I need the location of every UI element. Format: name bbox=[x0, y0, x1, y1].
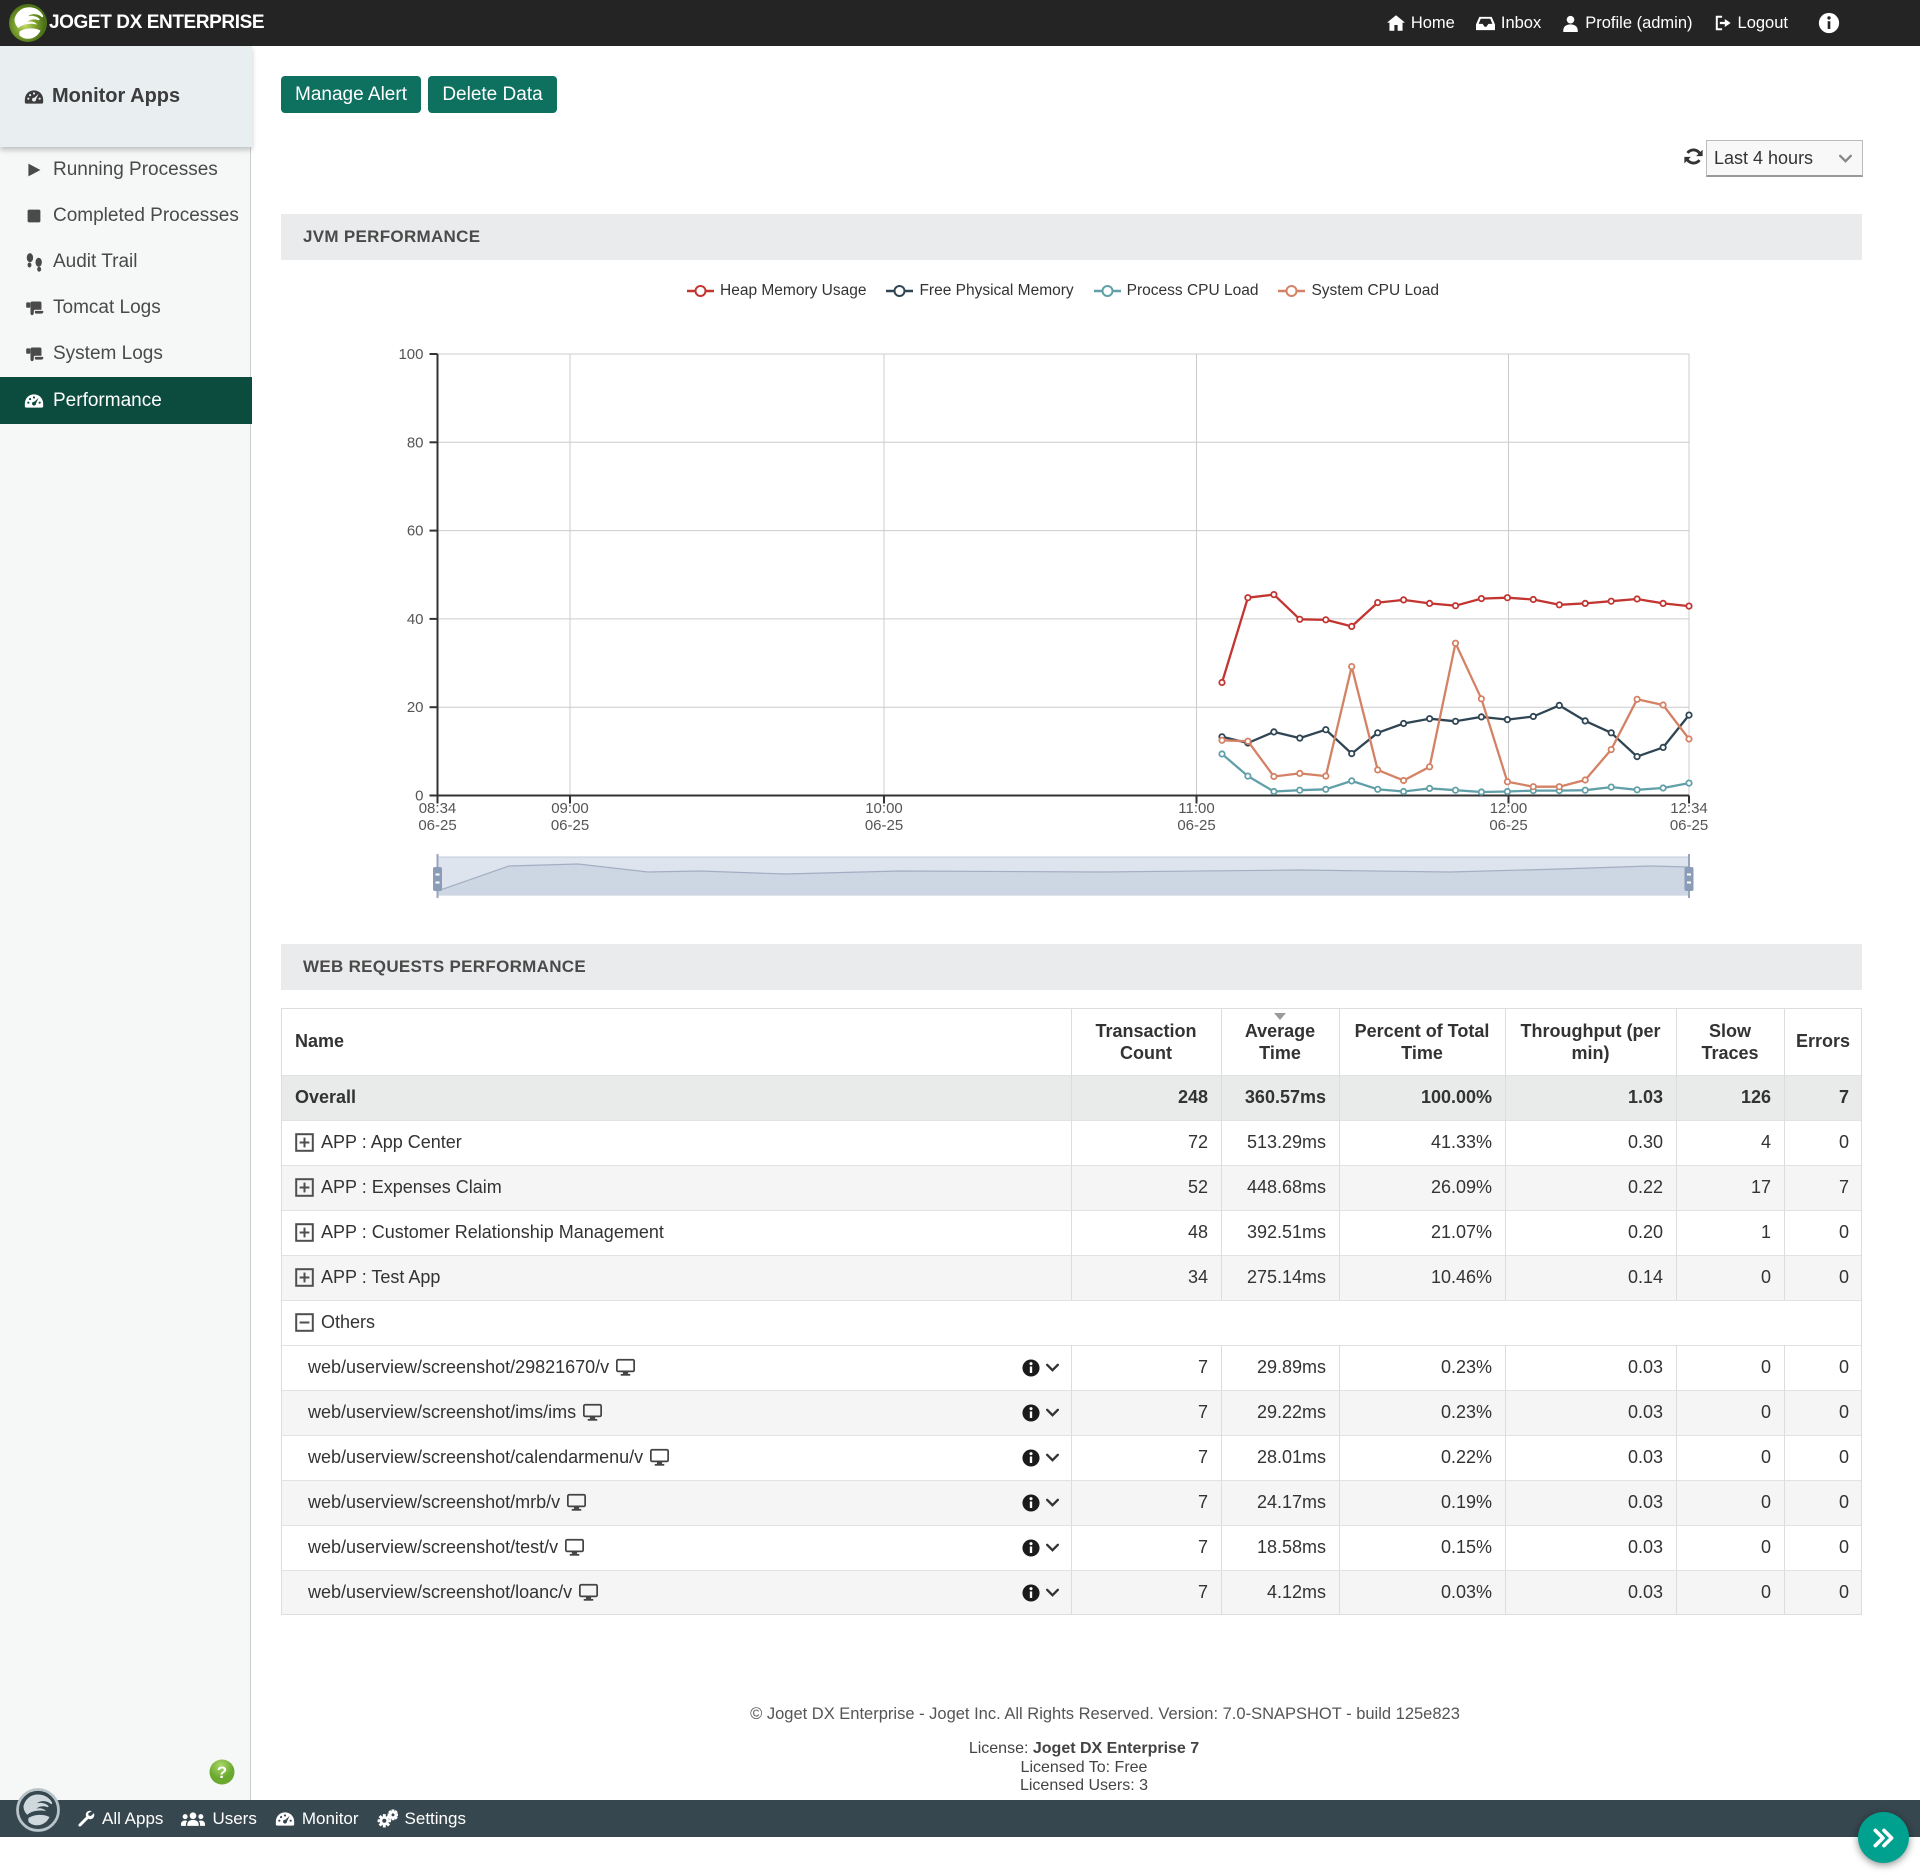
svg-text:06-25: 06-25 bbox=[1670, 817, 1708, 834]
svg-text:12:34: 12:34 bbox=[1670, 800, 1708, 817]
svg-text:80: 80 bbox=[407, 434, 424, 451]
svg-text:20: 20 bbox=[407, 699, 424, 716]
svg-text:10:00: 10:00 bbox=[865, 800, 903, 817]
svg-text:06-25: 06-25 bbox=[551, 817, 589, 834]
svg-text:?: ? bbox=[217, 1763, 227, 1782]
svg-text:100: 100 bbox=[398, 346, 423, 363]
svg-text:40: 40 bbox=[407, 611, 424, 628]
svg-text:06-25: 06-25 bbox=[1489, 817, 1527, 834]
svg-text:12:00: 12:00 bbox=[1490, 800, 1528, 817]
svg-text:11:00: 11:00 bbox=[1178, 800, 1214, 817]
svg-text:06-25: 06-25 bbox=[1177, 817, 1215, 834]
svg-text:06-25: 06-25 bbox=[418, 817, 456, 834]
svg-text:09:00: 09:00 bbox=[551, 800, 589, 817]
svg-text:08:34: 08:34 bbox=[419, 800, 457, 817]
svg-text:06-25: 06-25 bbox=[865, 817, 903, 834]
svg-text:60: 60 bbox=[407, 523, 424, 540]
